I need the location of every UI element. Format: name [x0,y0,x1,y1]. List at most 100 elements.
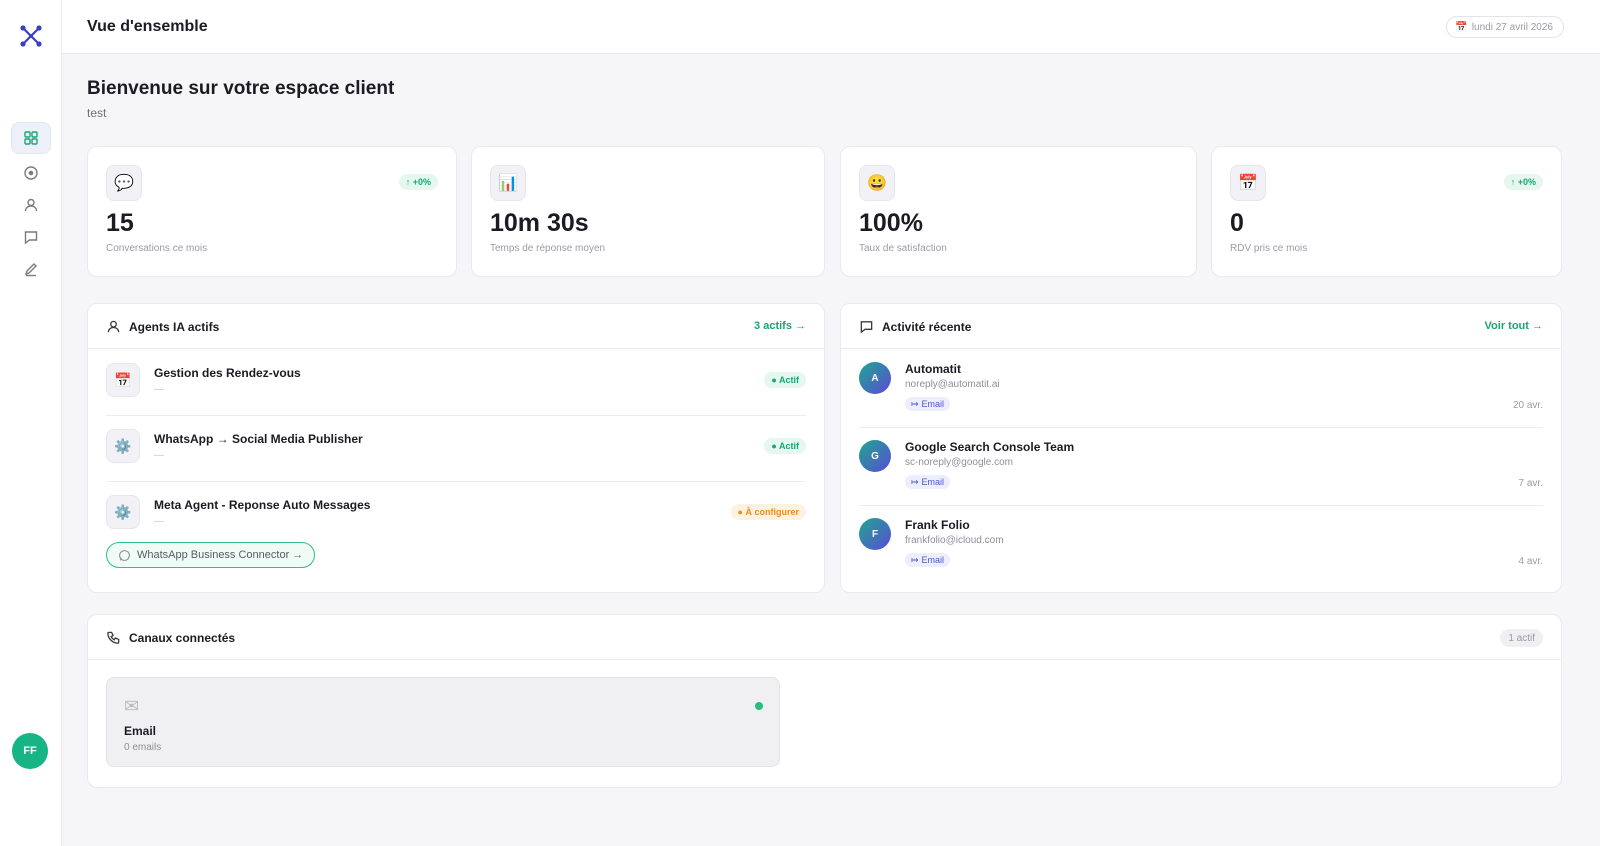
contact-avatar: A [859,362,891,394]
forward-arrow-icon: ↦ [911,554,919,565]
welcome-subtitle: test [87,106,107,120]
activity-time: 4 avr. [1518,556,1543,567]
stat-label: Conversations ce mois [106,243,208,254]
contact-email: frankfolio@icloud.com [905,535,1004,546]
user-avatar[interactable]: FF [12,733,48,769]
channel-tag-label: Email [921,555,945,565]
logo-icon[interactable] [19,24,43,48]
envelope-icon: ✉ [124,696,140,716]
message-icon [860,321,873,334]
contact-avatar: G [859,440,891,472]
user-icon [107,320,120,333]
channel-tag: ↦ Email [905,553,951,567]
channel-count: 0 emails [124,742,162,753]
message-icon [24,231,38,245]
agents-active-link[interactable]: 3 actifs → [754,320,806,332]
channels-panel-title: Canaux connectés [129,631,236,645]
agents-panel-header: Agents IA actifs 3 actifs → [88,304,824,349]
calendar-icon: 📅 [106,363,140,397]
whatsapp-icon [119,549,130,561]
topbar: Vue d'ensemble 📅 lundi 27 avril 2026 [62,0,1600,54]
chat-bubble-icon: 💬 [106,165,142,201]
channels-panel-header: Canaux connectés 1 actif [88,615,1561,660]
contact-avatar: F [859,518,891,550]
contact-name: Google Search Console Team [905,440,1075,454]
date-pill: 📅 lundi 27 avril 2026 [1446,16,1564,38]
trend-badge: ↑ +0% [1503,174,1543,190]
whatsapp-connector-button[interactable]: WhatsApp Business Connector → [106,542,316,568]
status-badge: ● Actif [764,438,806,454]
smiley-icon: 😀 [859,165,895,201]
stat-label: RDV pris ce mois [1230,243,1308,254]
activity-time: 7 avr. [1518,478,1543,489]
nav-agents[interactable] [11,157,51,189]
view-all-link[interactable]: Voir tout → [1485,320,1543,332]
agent-subtitle: — [154,516,164,527]
stat-value: 10m 30s [490,209,589,237]
channel-card-email[interactable]: ✉ Email 0 emails [106,677,780,767]
stat-card-satisfaction: 😀 100% Taux de satisfaction [840,146,1197,277]
sidebar: FF [0,0,62,846]
nav-contacts[interactable] [11,189,51,221]
contact-name: Automatit [905,362,961,376]
agent-name: WhatsApp → Social Media Publisher [154,432,363,446]
stat-value: 15 [106,209,134,237]
calendar-icon: 📅 [1230,165,1266,201]
stat-label: Temps de réponse moyen [490,243,606,254]
date-label: lundi 27 avril 2026 [1471,21,1553,33]
agents-panel-title: Agents IA actifs [129,320,220,334]
stat-card-appointments: 📅 ↑ +0% 0 RDV pris ce mois [1211,146,1562,277]
stat-card-response-time: 📊 10m 30s Temps de réponse moyen [471,146,825,277]
target-icon [24,166,38,180]
agent-row[interactable]: ⚙️ WhatsApp → Social Media Publisher — ●… [106,416,806,482]
nav-messages[interactable] [11,221,51,253]
stat-label: Taux de satisfaction [859,243,947,254]
activity-panel-title: Activité récente [882,320,972,334]
channel-tag-label: Email [921,477,945,487]
contact-email: sc-noreply@google.com [905,457,1013,468]
contact-name: Frank Folio [905,518,970,532]
channel-tag: ↦ Email [905,397,951,411]
whatsapp-connector-label: WhatsApp Business Connector → [137,549,304,561]
status-badge: ● Actif [764,372,806,388]
stat-value: 100% [859,209,923,237]
page-title: Vue d'ensemble [87,18,208,35]
gear-icon: ⚙️ [106,429,140,463]
gear-icon: ⚙️ [106,495,140,529]
channel-tag-label: Email [921,399,945,409]
contact-email: noreply@automatit.ai [905,379,1000,390]
nav-editor[interactable] [11,253,51,285]
agent-row[interactable]: 📅 Gestion des Rendez-vous — ● Actif [106,350,806,416]
agent-subtitle: — [154,450,164,461]
bar-chart-icon: 📊 [490,165,526,201]
dashboard-icon [24,131,38,145]
activity-panel: Activité récente Voir tout → A Automatit… [840,303,1562,593]
channels-count-badge: 1 actif [1500,629,1543,647]
agent-name: Gestion des Rendez-vous [154,366,301,380]
user-icon [24,198,38,212]
channels-panel: Canaux connectés 1 actif ✉ Email 0 email… [87,614,1562,788]
nav-dashboard[interactable] [11,122,51,154]
forward-arrow-icon: ↦ [911,398,919,409]
forward-arrow-icon: ↦ [911,476,919,487]
trend-badge: ↑ +0% [398,174,438,190]
agent-subtitle: — [154,384,164,395]
stat-card-conversations: 💬 ↑ +0% 15 Conversations ce mois [87,146,457,277]
activity-item[interactable]: A Automatit noreply@automatit.ai ↦ Email … [859,350,1543,428]
channel-tag: ↦ Email [905,475,951,489]
activity-item[interactable]: F Frank Folio frankfolio@icloud.com ↦ Ema… [859,506,1543,584]
status-badge: ● À configurer [730,504,806,520]
phone-icon [107,631,120,644]
activity-item[interactable]: G Google Search Console Team sc-noreply@… [859,428,1543,506]
calendar-icon: 📅 [1455,21,1468,33]
channel-name: Email [124,724,157,738]
agent-row[interactable]: ⚙️ Meta Agent - Reponse Auto Messages — … [106,482,806,548]
activity-time: 20 avr. [1512,400,1543,411]
status-dot [755,702,763,710]
agent-name: Meta Agent - Reponse Auto Messages [154,498,371,512]
activity-panel-header: Activité récente Voir tout → [841,304,1561,349]
edit-icon [24,263,37,277]
agents-panel: Agents IA actifs 3 actifs → 📅 Gestion de… [87,303,825,593]
welcome-title: Bienvenue sur votre espace client [87,78,395,99]
stat-value: 0 [1230,209,1244,237]
